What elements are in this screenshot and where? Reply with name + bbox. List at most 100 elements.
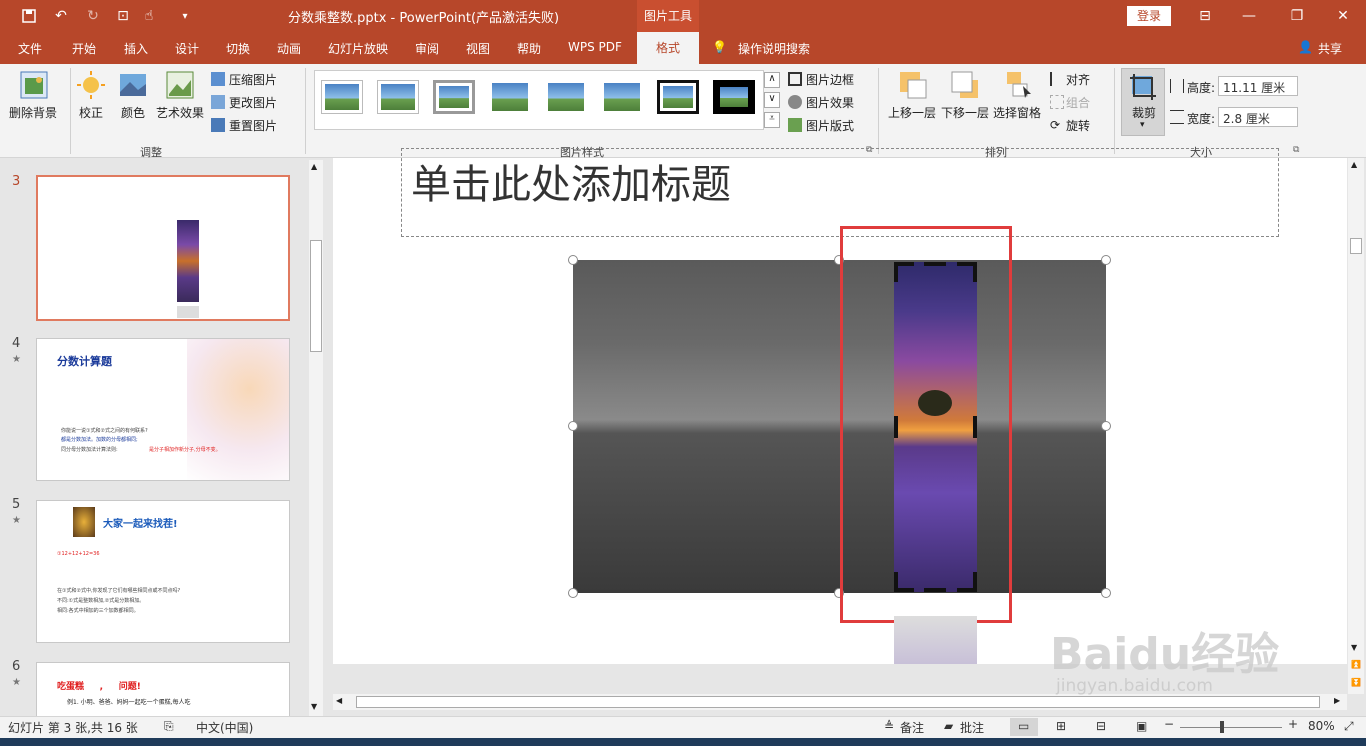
ribbon-display-icon[interactable]: ⊟ [1190,4,1220,28]
redo-icon[interactable]: ↻ [82,6,104,26]
picture-border-button[interactable]: 图片边框 [806,71,854,88]
language-indicator[interactable]: 中文(中国) [196,719,253,736]
zoom-slider-track[interactable] [1180,727,1282,728]
size-dialog-launcher-icon[interactable]: ⧉ [1293,145,1299,155]
align-button[interactable]: 对齐 [1066,71,1090,88]
animation-star-icon: ★ [12,677,21,688]
zoom-slider-thumb[interactable] [1220,721,1224,733]
editor-scroll-down-icon[interactable]: ▼ [1351,643,1357,652]
resize-handle[interactable] [1101,255,1111,265]
picture-effects-button[interactable]: 图片效果 [806,94,854,111]
picture-style-thumb[interactable] [489,80,531,114]
gallery-more-icon[interactable]: ⩡ [764,112,780,128]
picture-style-thumb[interactable] [545,80,587,114]
share-button[interactable]: 共享 [1318,40,1342,57]
tab-format[interactable]: 格式 [637,32,699,64]
thumbnails-scrollbar-thumb[interactable] [310,240,322,352]
slide-thumb-5[interactable]: 大家一起来找茬! ①12+12+12=36 在①式和②式中,你发现了它们有哪些相… [36,500,290,643]
picture-style-thumb[interactable] [433,80,475,114]
tab-insert[interactable]: 插入 [124,40,148,57]
watermark-logo: Baidu经验 [1050,629,1280,680]
picture-style-thumb[interactable] [601,80,643,114]
maximize-icon[interactable]: ❐ [1282,4,1312,28]
editor-hscrollbar-thumb[interactable] [356,696,1320,708]
tab-review[interactable]: 审阅 [415,40,439,57]
resize-handle[interactable] [1101,421,1111,431]
tab-help[interactable]: 帮助 [517,40,541,57]
picture-effects-icon [788,95,802,109]
zoom-out-icon[interactable]: − [1164,717,1174,731]
save-icon[interactable] [18,6,40,26]
reset-picture-button[interactable]: 重置图片 [229,117,277,134]
slide-thumb-4[interactable]: 分数计算题 你能说一说①式和②式之间的有何联系? 都是分数加法。加数的分母都相同… [36,338,290,481]
change-picture-button[interactable]: 更改图片 [229,94,277,111]
gallery-scroll-up-icon[interactable]: ∧ [764,72,780,88]
remove-background-button[interactable]: 删除背景 [9,104,57,121]
tab-file[interactable]: 文件 [18,40,42,57]
compress-pictures-button[interactable]: 压缩图片 [229,71,277,88]
scroll-up-icon[interactable]: ▲ [311,162,317,171]
next-slide-icon[interactable]: ⏬ [1351,678,1361,687]
prev-slide-icon[interactable]: ⏫ [1351,660,1361,669]
customize-qat-icon[interactable]: ▾ [174,6,196,26]
selection-pane-button[interactable]: 选择窗格 [993,104,1041,121]
slide-number: 4 [12,336,21,351]
slide-thumb-text: ①12+12+12=36 [57,551,100,557]
slide-thumb-3[interactable] [36,175,290,321]
picture-style-thumb[interactable] [657,80,699,114]
editor-scroll-up-icon[interactable]: ▲ [1351,160,1357,169]
crop-button[interactable]: 裁剪 [1132,104,1156,121]
color-button[interactable]: 颜色 [121,104,145,121]
group-button[interactable]: 组合 [1066,94,1090,111]
tab-home[interactable]: 开始 [72,40,96,57]
rotate-button[interactable]: 旋转 [1066,117,1090,134]
notes-button[interactable]: 备注 [900,719,924,736]
bring-forward-button[interactable]: 上移一层 [888,104,936,121]
title-placeholder[interactable]: 单击此处添加标题 [411,152,731,210]
scroll-right-icon[interactable]: ▶ [1334,696,1340,705]
slide-thumb-title: 大家一起来找茬! [103,519,178,530]
slide-thumb-6[interactable]: 吃蛋糕 , 问题! 例1. 小明、爸爸、妈妈一起吃一个蛋糕,每人吃 [36,662,290,716]
picture-layout-button[interactable]: 图片版式 [806,117,854,134]
width-input[interactable]: 2.8 厘米 [1218,107,1298,127]
editor-scrollbar-thumb[interactable] [1350,238,1362,254]
spell-check-icon[interactable]: ⎘ [164,719,174,734]
picture-style-thumb[interactable] [713,80,755,114]
slideshow-view-icon[interactable]: ▣ [1136,719,1147,733]
present-icon[interactable]: ⊡ [112,6,134,26]
reading-view-icon[interactable]: ⊟ [1096,719,1106,733]
tab-design[interactable]: 设计 [175,40,199,57]
picture-style-thumb[interactable] [321,80,363,114]
picture-style-thumb[interactable] [377,80,419,114]
tell-me-search[interactable]: 操作说明搜索 [738,40,810,57]
gallery-scroll-down-icon[interactable]: ∨ [764,92,780,108]
height-input[interactable]: 11.11 厘米 [1218,76,1298,96]
animation-star-icon: ★ [12,354,21,365]
resize-handle[interactable] [568,588,578,598]
artistic-effects-button[interactable]: 艺术效果 [156,104,204,121]
undo-icon[interactable]: ↶ [50,6,72,26]
tab-wps-pdf[interactable]: WPS PDF [568,40,622,54]
touch-mode-icon[interactable]: ☝ [138,6,160,26]
slide-canvas[interactable]: 单击此处添加标题 [333,148,1347,664]
corrections-button[interactable]: 校正 [79,104,103,121]
tab-slideshow[interactable]: 幻灯片放映 [328,40,388,57]
fit-to-window-icon[interactable]: ⤢ [1344,719,1354,734]
comments-button[interactable]: 批注 [960,719,984,736]
slide-sorter-icon[interactable]: ⊞ [1056,719,1066,733]
tab-view[interactable]: 视图 [466,40,490,57]
minimize-icon[interactable]: — [1234,4,1264,28]
tab-transitions[interactable]: 切换 [226,40,250,57]
resize-handle[interactable] [1101,588,1111,598]
send-backward-button[interactable]: 下移一层 [941,104,989,121]
close-icon[interactable]: ✕ [1328,4,1358,28]
crop-dropdown-icon[interactable]: ▾ [1140,120,1145,130]
login-button[interactable]: 登录 [1127,6,1171,26]
tab-animations[interactable]: 动画 [277,40,301,57]
resize-handle[interactable] [568,255,578,265]
scroll-left-icon[interactable]: ◀ [336,696,342,705]
zoom-level[interactable]: 80% [1308,719,1335,733]
zoom-in-icon[interactable]: + [1288,717,1298,731]
resize-handle[interactable] [568,421,578,431]
scroll-down-icon[interactable]: ▼ [311,702,317,711]
